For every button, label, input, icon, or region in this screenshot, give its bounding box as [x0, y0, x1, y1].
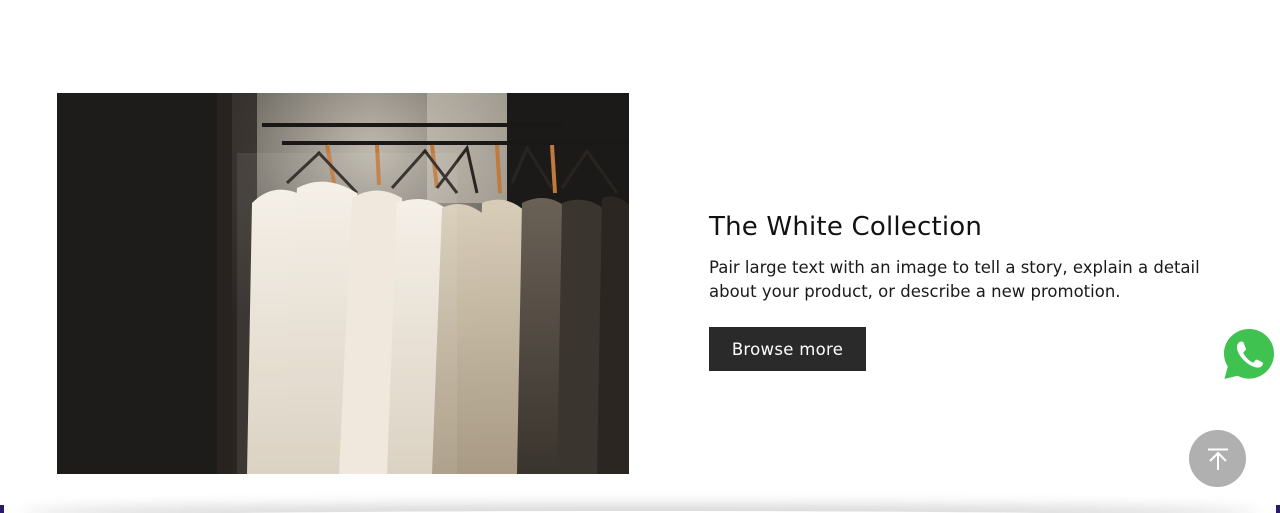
collection-image [57, 93, 629, 474]
frame-edge-left [0, 505, 4, 513]
text-block: The White Collection Pair large text wit… [709, 207, 1229, 304]
whatsapp-icon [1224, 329, 1274, 379]
collection-title: The White Collection [709, 212, 983, 242]
page: The White Collection Pair large text wit… [0, 0, 1280, 513]
collection-description: Pair large text with an image to tell a … [709, 258, 1200, 301]
browse-more-button[interactable]: Browse more [709, 327, 866, 371]
back-to-top-button[interactable] [1189, 430, 1246, 487]
whatsapp-button[interactable] [1222, 327, 1276, 381]
frame-edge-right [1276, 505, 1280, 513]
arrow-up-to-top-icon [1207, 448, 1228, 470]
